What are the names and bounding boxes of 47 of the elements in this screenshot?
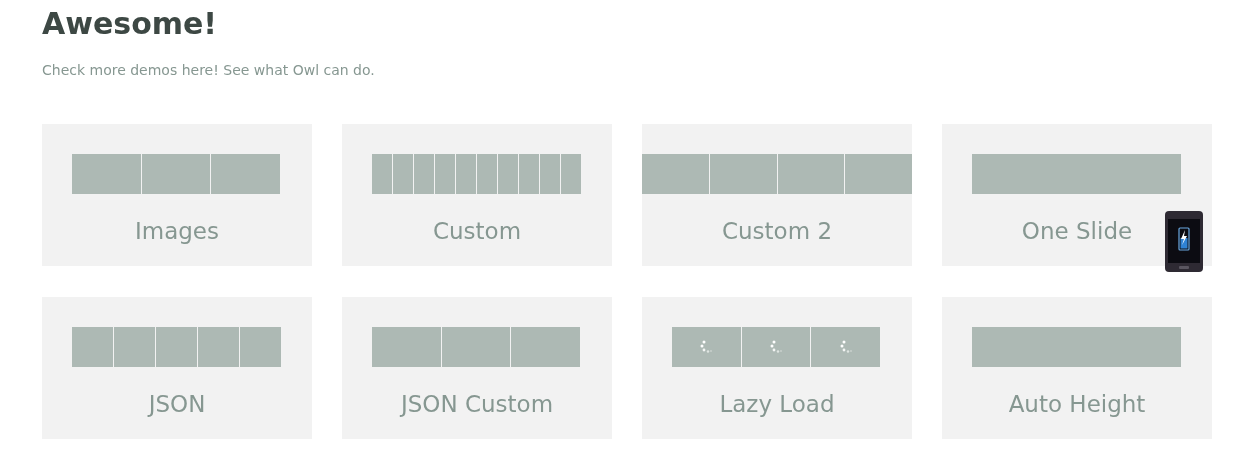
slide-thumbnail bbox=[141, 154, 211, 194]
slide-thumbnail bbox=[414, 154, 434, 194]
demo-title: Auto Height bbox=[1008, 390, 1146, 419]
demo-title: JSON Custom bbox=[400, 390, 554, 419]
demo-card[interactable]: JSON bbox=[42, 297, 312, 439]
slide-thumbnail bbox=[198, 327, 239, 367]
demo-title: Lazy Load bbox=[719, 390, 835, 419]
slide-thumbnail bbox=[511, 327, 580, 367]
demo-card[interactable]: Lazy Load bbox=[642, 297, 912, 439]
slide-thumbnail bbox=[561, 154, 581, 194]
slide-thumbnail bbox=[372, 154, 392, 194]
loading-spinner-icon bbox=[770, 340, 782, 354]
demo-card[interactable]: One Slide bbox=[942, 124, 1212, 266]
slide-thumbnail bbox=[477, 154, 497, 194]
slide-thumbnail bbox=[709, 154, 777, 194]
slide-thumbnail bbox=[211, 154, 280, 194]
slide-thumbnail bbox=[456, 154, 476, 194]
slide-thumbnail bbox=[72, 327, 113, 367]
slide-thumbnail bbox=[777, 154, 845, 194]
slide-thumbnail bbox=[441, 327, 511, 367]
demo-card[interactable]: JSON Custom bbox=[342, 297, 612, 439]
slide-thumbnail bbox=[393, 154, 413, 194]
demo-title: Custom bbox=[432, 217, 522, 246]
demo-title: One Slide bbox=[1021, 217, 1133, 246]
demo-card[interactable]: Images bbox=[42, 124, 312, 266]
demo-card[interactable]: Auto Height bbox=[942, 297, 1212, 439]
loading-spinner-icon bbox=[700, 340, 713, 354]
phone-icon bbox=[1164, 210, 1204, 273]
slide-thumbnail bbox=[642, 154, 709, 194]
slide-thumbnail bbox=[498, 154, 518, 194]
slide-thumbnail bbox=[114, 327, 155, 367]
page-heading: Awesome! bbox=[42, 5, 218, 43]
slide-thumbnail bbox=[156, 327, 197, 367]
slide-thumbnail bbox=[240, 327, 281, 367]
slide-thumbnail bbox=[845, 154, 912, 194]
page-subtitle: Check more demos here! See what Owl can do. bbox=[42, 61, 375, 80]
demo-title: Images bbox=[135, 217, 219, 246]
demo-title: JSON bbox=[148, 390, 206, 419]
demo-card[interactable]: Custom bbox=[342, 124, 612, 266]
demo-card[interactable]: Custom 2 bbox=[642, 124, 912, 266]
demo-title: Custom 2 bbox=[721, 217, 833, 246]
slide-thumbnail bbox=[519, 154, 539, 194]
loading-spinner-icon bbox=[839, 340, 852, 354]
slide-thumbnail bbox=[540, 154, 560, 194]
slide-thumbnail bbox=[372, 327, 441, 367]
slide-thumbnail bbox=[435, 154, 455, 194]
slide-thumbnail bbox=[72, 154, 141, 194]
